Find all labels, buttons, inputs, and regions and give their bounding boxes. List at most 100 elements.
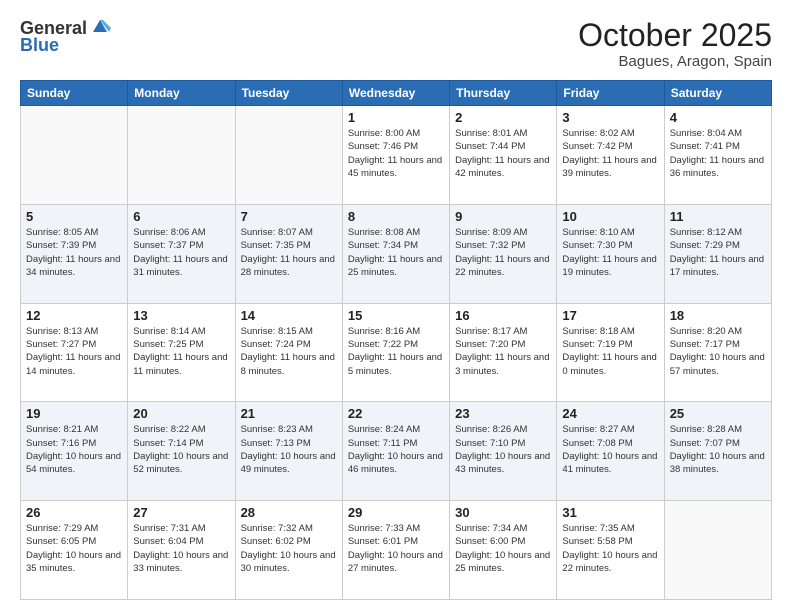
day-info: Sunrise: 8:07 AMSunset: 7:35 PMDaylight:…: [241, 227, 335, 278]
header-saturday: Saturday: [664, 81, 771, 106]
location-title: Bagues, Aragon, Spain: [578, 53, 772, 70]
day-info: Sunrise: 8:02 AMSunset: 7:42 PMDaylight:…: [562, 128, 656, 179]
table-row: 6 Sunrise: 8:06 AMSunset: 7:37 PMDayligh…: [128, 204, 235, 303]
day-info: Sunrise: 8:00 AMSunset: 7:46 PMDaylight:…: [348, 128, 442, 179]
day-info: Sunrise: 8:06 AMSunset: 7:37 PMDaylight:…: [133, 227, 227, 278]
table-row: 29 Sunrise: 7:33 AMSunset: 6:01 PMDaylig…: [342, 501, 449, 600]
calendar-week-row: 5 Sunrise: 8:05 AMSunset: 7:39 PMDayligh…: [21, 204, 772, 303]
table-row: [21, 106, 128, 205]
title-block: October 2025 Bagues, Aragon, Spain: [578, 18, 772, 70]
table-row: 2 Sunrise: 8:01 AMSunset: 7:44 PMDayligh…: [450, 106, 557, 205]
table-row: [128, 106, 235, 205]
day-number: 19: [26, 406, 122, 421]
day-info: Sunrise: 7:34 AMSunset: 6:00 PMDaylight:…: [455, 523, 550, 574]
day-info: Sunrise: 8:05 AMSunset: 7:39 PMDaylight:…: [26, 227, 120, 278]
table-row: 4 Sunrise: 8:04 AMSunset: 7:41 PMDayligh…: [664, 106, 771, 205]
day-number: 3: [562, 110, 658, 125]
day-number: 2: [455, 110, 551, 125]
header-tuesday: Tuesday: [235, 81, 342, 106]
day-info: Sunrise: 8:04 AMSunset: 7:41 PMDaylight:…: [670, 128, 764, 179]
table-row: 24 Sunrise: 8:27 AMSunset: 7:08 PMDaylig…: [557, 402, 664, 501]
table-row: 26 Sunrise: 7:29 AMSunset: 6:05 PMDaylig…: [21, 501, 128, 600]
day-info: Sunrise: 8:16 AMSunset: 7:22 PMDaylight:…: [348, 326, 442, 377]
day-info: Sunrise: 7:33 AMSunset: 6:01 PMDaylight:…: [348, 523, 443, 574]
day-info: Sunrise: 8:13 AMSunset: 7:27 PMDaylight:…: [26, 326, 120, 377]
table-row: 28 Sunrise: 7:32 AMSunset: 6:02 PMDaylig…: [235, 501, 342, 600]
table-row: [235, 106, 342, 205]
day-info: Sunrise: 8:15 AMSunset: 7:24 PMDaylight:…: [241, 326, 335, 377]
logo: General Blue: [20, 18, 111, 56]
page: General Blue October 2025 Bagues, Aragon…: [0, 0, 792, 612]
calendar-week-row: 12 Sunrise: 8:13 AMSunset: 7:27 PMDaylig…: [21, 303, 772, 402]
day-number: 14: [241, 308, 337, 323]
day-number: 27: [133, 505, 229, 520]
table-row: 12 Sunrise: 8:13 AMSunset: 7:27 PMDaylig…: [21, 303, 128, 402]
day-number: 7: [241, 209, 337, 224]
calendar-week-row: 1 Sunrise: 8:00 AMSunset: 7:46 PMDayligh…: [21, 106, 772, 205]
table-row: 21 Sunrise: 8:23 AMSunset: 7:13 PMDaylig…: [235, 402, 342, 501]
day-number: 6: [133, 209, 229, 224]
day-number: 18: [670, 308, 766, 323]
header-monday: Monday: [128, 81, 235, 106]
table-row: 23 Sunrise: 8:26 AMSunset: 7:10 PMDaylig…: [450, 402, 557, 501]
table-row: 10 Sunrise: 8:10 AMSunset: 7:30 PMDaylig…: [557, 204, 664, 303]
day-number: 16: [455, 308, 551, 323]
table-row: 17 Sunrise: 8:18 AMSunset: 7:19 PMDaylig…: [557, 303, 664, 402]
day-number: 13: [133, 308, 229, 323]
logo-blue: Blue: [20, 35, 59, 56]
table-row: 13 Sunrise: 8:14 AMSunset: 7:25 PMDaylig…: [128, 303, 235, 402]
day-number: 23: [455, 406, 551, 421]
header-friday: Friday: [557, 81, 664, 106]
header-thursday: Thursday: [450, 81, 557, 106]
table-row: 9 Sunrise: 8:09 AMSunset: 7:32 PMDayligh…: [450, 204, 557, 303]
day-number: 22: [348, 406, 444, 421]
table-row: 16 Sunrise: 8:17 AMSunset: 7:20 PMDaylig…: [450, 303, 557, 402]
table-row: 11 Sunrise: 8:12 AMSunset: 7:29 PMDaylig…: [664, 204, 771, 303]
table-row: 30 Sunrise: 7:34 AMSunset: 6:00 PMDaylig…: [450, 501, 557, 600]
table-row: [664, 501, 771, 600]
table-row: 31 Sunrise: 7:35 AMSunset: 5:58 PMDaylig…: [557, 501, 664, 600]
day-number: 31: [562, 505, 658, 520]
day-info: Sunrise: 8:09 AMSunset: 7:32 PMDaylight:…: [455, 227, 549, 278]
day-number: 25: [670, 406, 766, 421]
day-number: 12: [26, 308, 122, 323]
day-info: Sunrise: 8:01 AMSunset: 7:44 PMDaylight:…: [455, 128, 549, 179]
month-title: October 2025: [578, 18, 772, 53]
day-info: Sunrise: 7:29 AMSunset: 6:05 PMDaylight:…: [26, 523, 121, 574]
day-info: Sunrise: 8:17 AMSunset: 7:20 PMDaylight:…: [455, 326, 549, 377]
table-row: 22 Sunrise: 8:24 AMSunset: 7:11 PMDaylig…: [342, 402, 449, 501]
day-number: 28: [241, 505, 337, 520]
day-info: Sunrise: 7:32 AMSunset: 6:02 PMDaylight:…: [241, 523, 336, 574]
day-number: 11: [670, 209, 766, 224]
calendar-week-row: 26 Sunrise: 7:29 AMSunset: 6:05 PMDaylig…: [21, 501, 772, 600]
day-number: 5: [26, 209, 122, 224]
table-row: 27 Sunrise: 7:31 AMSunset: 6:04 PMDaylig…: [128, 501, 235, 600]
day-info: Sunrise: 8:18 AMSunset: 7:19 PMDaylight:…: [562, 326, 656, 377]
table-row: 14 Sunrise: 8:15 AMSunset: 7:24 PMDaylig…: [235, 303, 342, 402]
table-row: 25 Sunrise: 8:28 AMSunset: 7:07 PMDaylig…: [664, 402, 771, 501]
header: General Blue October 2025 Bagues, Aragon…: [20, 18, 772, 70]
day-info: Sunrise: 7:31 AMSunset: 6:04 PMDaylight:…: [133, 523, 228, 574]
day-info: Sunrise: 8:21 AMSunset: 7:16 PMDaylight:…: [26, 424, 121, 475]
day-info: Sunrise: 8:12 AMSunset: 7:29 PMDaylight:…: [670, 227, 764, 278]
logo-icon: [89, 18, 111, 36]
day-info: Sunrise: 8:27 AMSunset: 7:08 PMDaylight:…: [562, 424, 657, 475]
table-row: 15 Sunrise: 8:16 AMSunset: 7:22 PMDaylig…: [342, 303, 449, 402]
day-number: 29: [348, 505, 444, 520]
day-number: 9: [455, 209, 551, 224]
table-row: 20 Sunrise: 8:22 AMSunset: 7:14 PMDaylig…: [128, 402, 235, 501]
table-row: 7 Sunrise: 8:07 AMSunset: 7:35 PMDayligh…: [235, 204, 342, 303]
table-row: 18 Sunrise: 8:20 AMSunset: 7:17 PMDaylig…: [664, 303, 771, 402]
day-info: Sunrise: 8:22 AMSunset: 7:14 PMDaylight:…: [133, 424, 228, 475]
table-row: 5 Sunrise: 8:05 AMSunset: 7:39 PMDayligh…: [21, 204, 128, 303]
day-info: Sunrise: 8:20 AMSunset: 7:17 PMDaylight:…: [670, 326, 765, 377]
day-info: Sunrise: 7:35 AMSunset: 5:58 PMDaylight:…: [562, 523, 657, 574]
day-info: Sunrise: 8:08 AMSunset: 7:34 PMDaylight:…: [348, 227, 442, 278]
header-sunday: Sunday: [21, 81, 128, 106]
day-info: Sunrise: 8:24 AMSunset: 7:11 PMDaylight:…: [348, 424, 443, 475]
table-row: 19 Sunrise: 8:21 AMSunset: 7:16 PMDaylig…: [21, 402, 128, 501]
day-number: 26: [26, 505, 122, 520]
day-number: 1: [348, 110, 444, 125]
day-number: 10: [562, 209, 658, 224]
day-number: 24: [562, 406, 658, 421]
